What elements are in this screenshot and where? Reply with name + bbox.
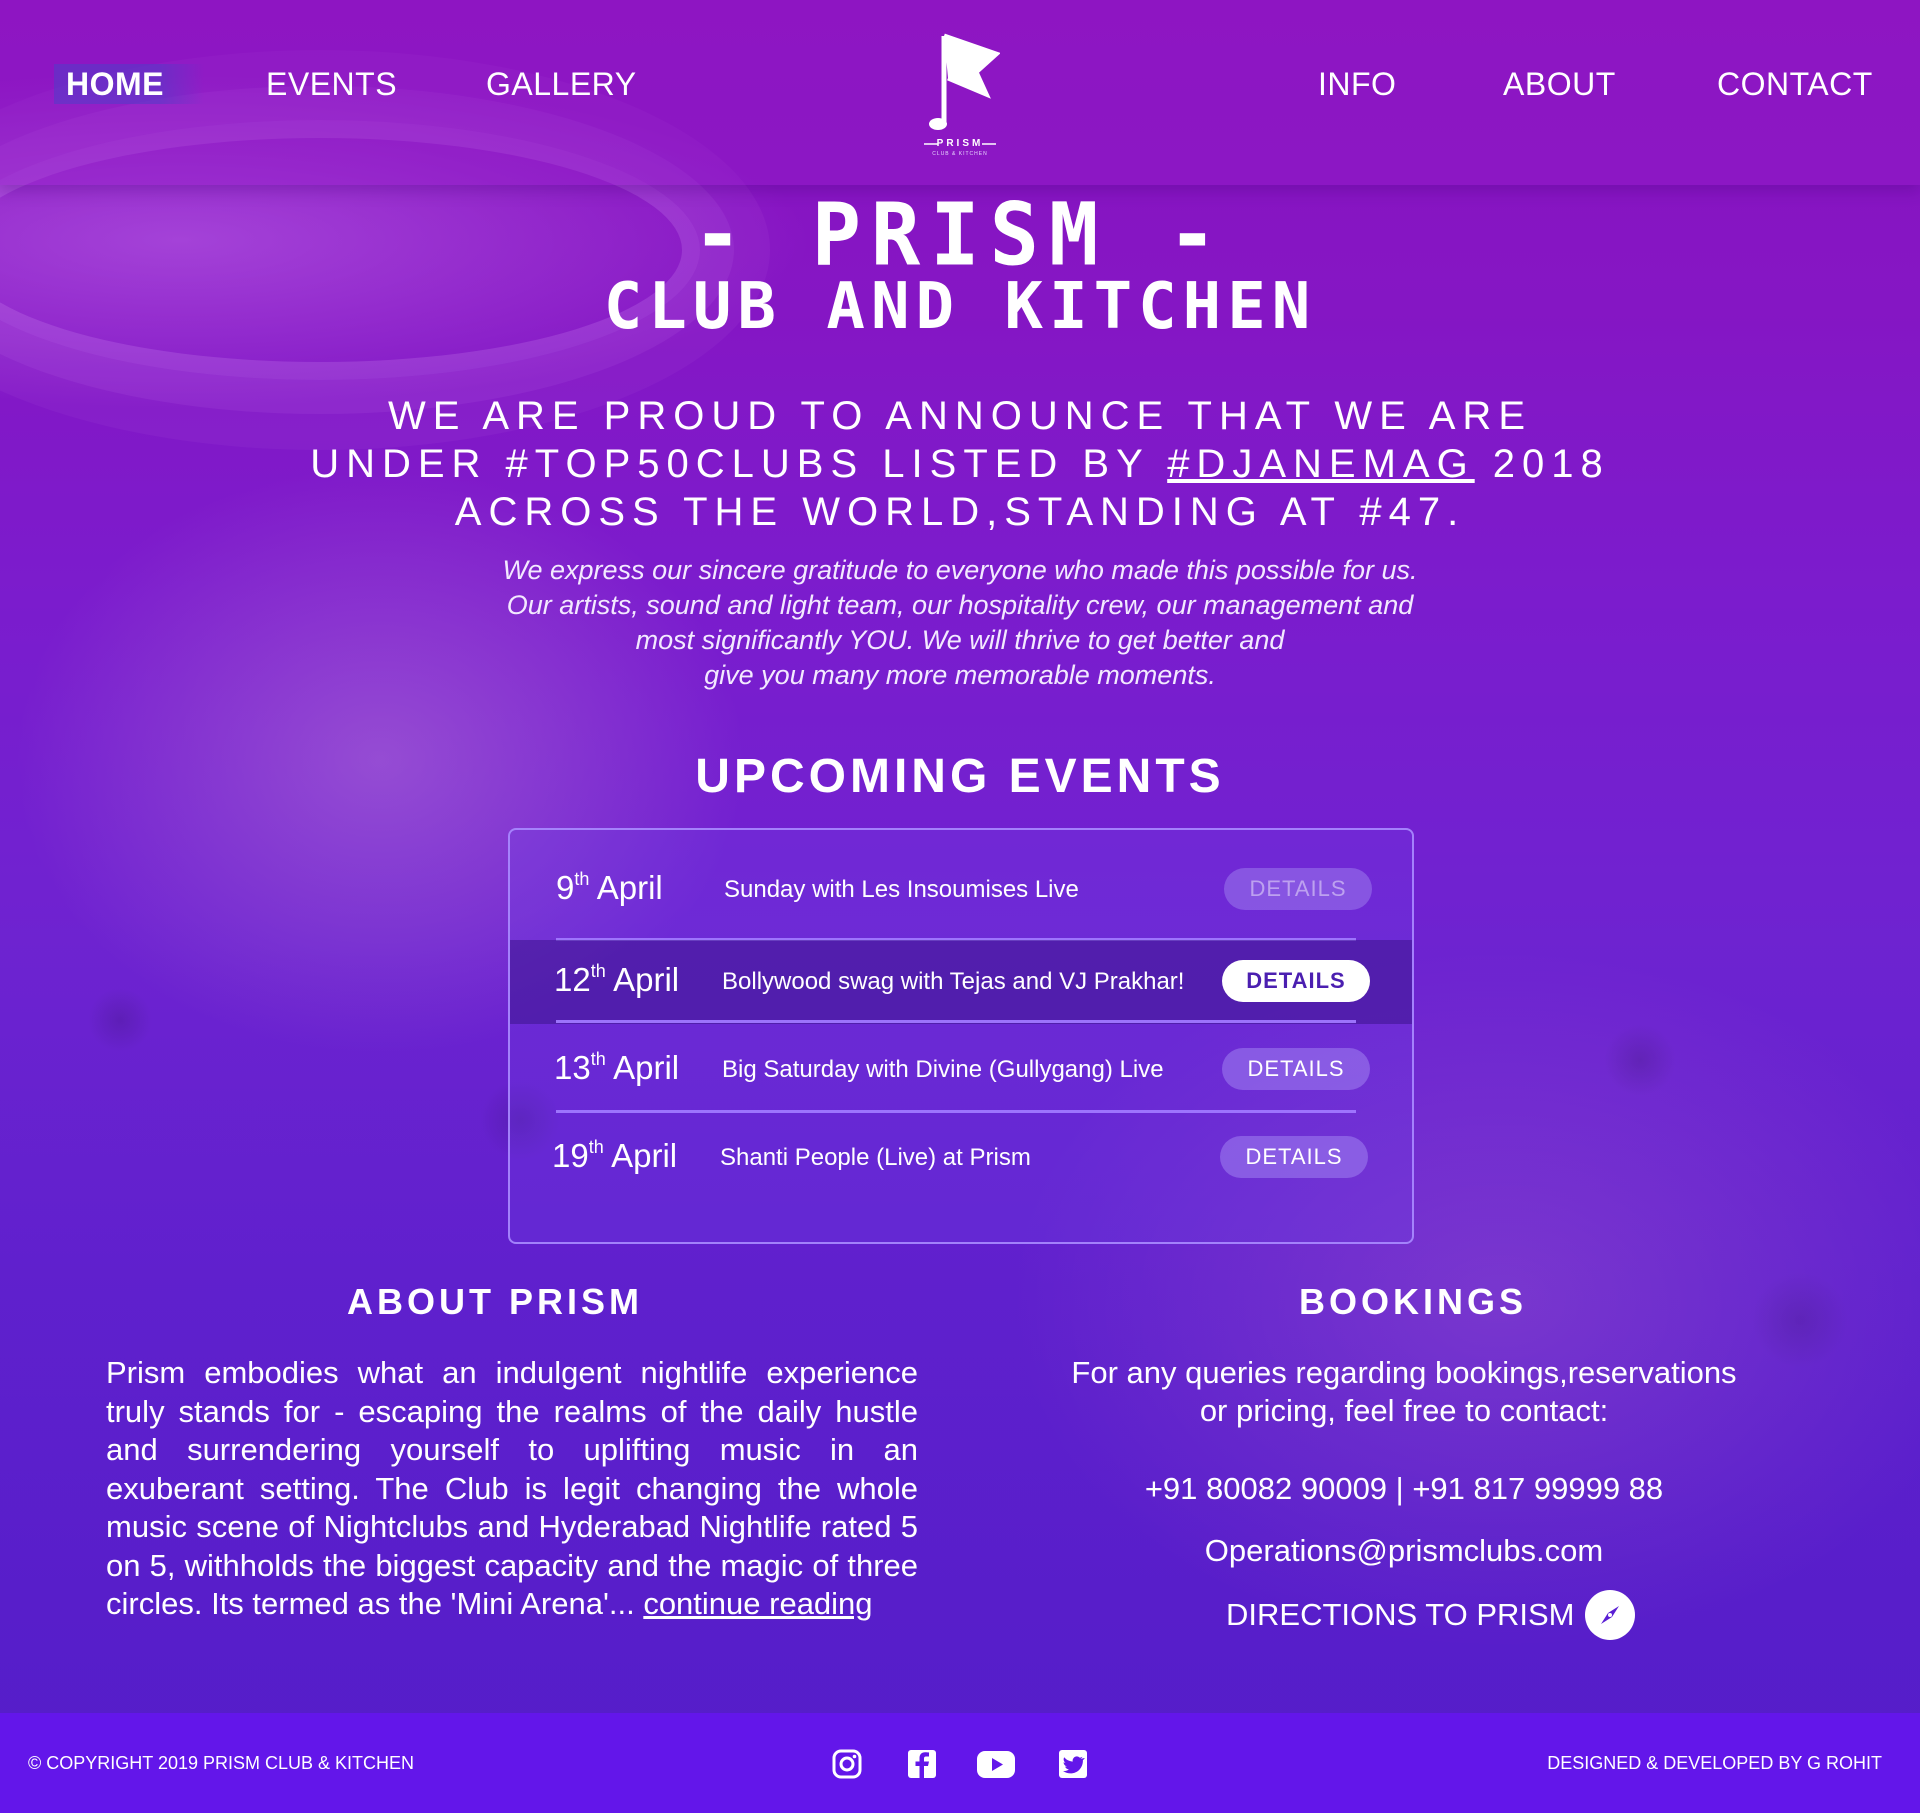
event-month: April [613,961,680,998]
nav-contact[interactable]: CONTACT [1717,64,1873,104]
facebook-icon[interactable] [905,1747,939,1781]
directions-label: DIRECTIONS TO PRISM [1226,1597,1575,1632]
djanemag-link[interactable]: #DJANEMAG [1167,442,1475,486]
about-body: Prism embodies what an indulgent nightli… [106,1355,918,1621]
event-day: 19 [552,1137,589,1174]
event-day: 12 [554,961,591,998]
nav-events[interactable]: EVENTS [266,64,397,104]
nav-info[interactable]: INFO [1318,64,1396,104]
event-date: 13th April [554,1046,679,1090]
event-day-suffix: th [590,1049,606,1069]
event-day-suffix: th [574,869,590,889]
event-month: April [613,1049,680,1086]
bookings-heading: BOOKINGS [1298,1281,1527,1322]
continue-reading-link[interactable]: continue reading [643,1586,872,1621]
event-row: 13th April Big Saturday with Divine (Gul… [510,1028,1412,1112]
event-date: 12th April [554,958,679,1002]
event-day: 13 [554,1049,591,1086]
email-link[interactable]: Operations@prismclubs.com [1024,1531,1784,1571]
gratitude-line: give you many more memorable moments. [704,660,1216,690]
event-day: 9 [556,869,575,906]
events-list: 9th April Sunday with Les Insoumises Liv… [508,828,1414,1244]
event-name: Bollywood swag with Tejas and VJ Prakhar… [722,968,1185,995]
event-divider [556,1020,1356,1023]
hero-subtitle: CLUB AND KITCHEN [603,270,1317,344]
upcoming-events-heading: UPCOMING EVENTS [695,750,1225,803]
phone-numbers[interactable]: +91 80082 90009 | +91 817 99999 88 [1024,1469,1784,1509]
event-month: April [611,1137,678,1174]
event-date: 19th April [552,1134,677,1178]
instagram-icon[interactable] [830,1747,864,1781]
event-row: 12th April Bollywood swag with Tejas and… [510,940,1412,1024]
bookings-line: For any queries regarding bookings,reser… [1071,1355,1737,1390]
event-date: 9th April [556,866,663,910]
designer-credit: DESIGNED & DEVELOPED BY G ROHIT [1547,1753,1882,1773]
about-heading: ABOUT PRISM [347,1281,643,1322]
gratitude-line: most significantly YOU. We will thrive t… [635,625,1285,655]
youtube-icon[interactable] [976,1747,1016,1781]
event-month: April [596,869,663,906]
details-button[interactable]: DETAILS [1224,868,1372,910]
bookings-description: For any queries regarding bookings,reser… [1024,1354,1784,1430]
details-button[interactable]: DETAILS [1222,1048,1370,1090]
nav-about[interactable]: ABOUT [1503,64,1616,104]
gratitude-line: We express our sincere gratitude to ever… [502,555,1418,585]
copyright-text: © COPYRIGHT 2019 PRISM CLUB & KITCHEN [28,1753,415,1773]
announcement: WE ARE PROUD TO ANNOUNCE THAT WE ARE UND… [300,392,1620,536]
event-day-suffix: th [588,1137,604,1157]
event-divider [556,1110,1356,1113]
details-button[interactable]: DETAILS [1222,960,1370,1002]
logo-wordmark: PRISM [936,138,984,149]
event-day-suffix: th [590,961,606,981]
logo-tagline: CLUB & KITCHEN [932,151,988,157]
event-name: Shanti People (Live) at Prism [720,1144,1031,1171]
gratitude-message: We express our sincere gratitude to ever… [420,553,1500,693]
twitter-icon[interactable] [1056,1747,1090,1781]
directions-link[interactable]: DIRECTIONS TO PRISM [1226,1590,1635,1640]
site-footer: © COPYRIGHT 2019 PRISM CLUB & KITCHEN DE… [0,1713,1920,1813]
event-row: 19th April Shanti People (Live) at Prism… [510,1116,1412,1200]
about-text: Prism embodies what an indulgent nightli… [106,1354,918,1624]
gratitude-line: Our artists, sound and light team, our h… [506,590,1414,620]
event-row: 9th April Sunday with Les Insoumises Liv… [510,848,1412,932]
compass-icon [1584,1590,1635,1640]
event-name: Big Saturday with Divine (Gullygang) Liv… [722,1056,1164,1083]
nav-gallery[interactable]: GALLERY [486,64,637,104]
nav-home[interactable]: HOME [54,64,204,104]
bookings-line: or pricing, feel free to contact: [1199,1393,1609,1428]
details-button[interactable]: DETAILS [1220,1136,1368,1178]
event-name: Sunday with Les Insoumises Live [724,876,1079,903]
